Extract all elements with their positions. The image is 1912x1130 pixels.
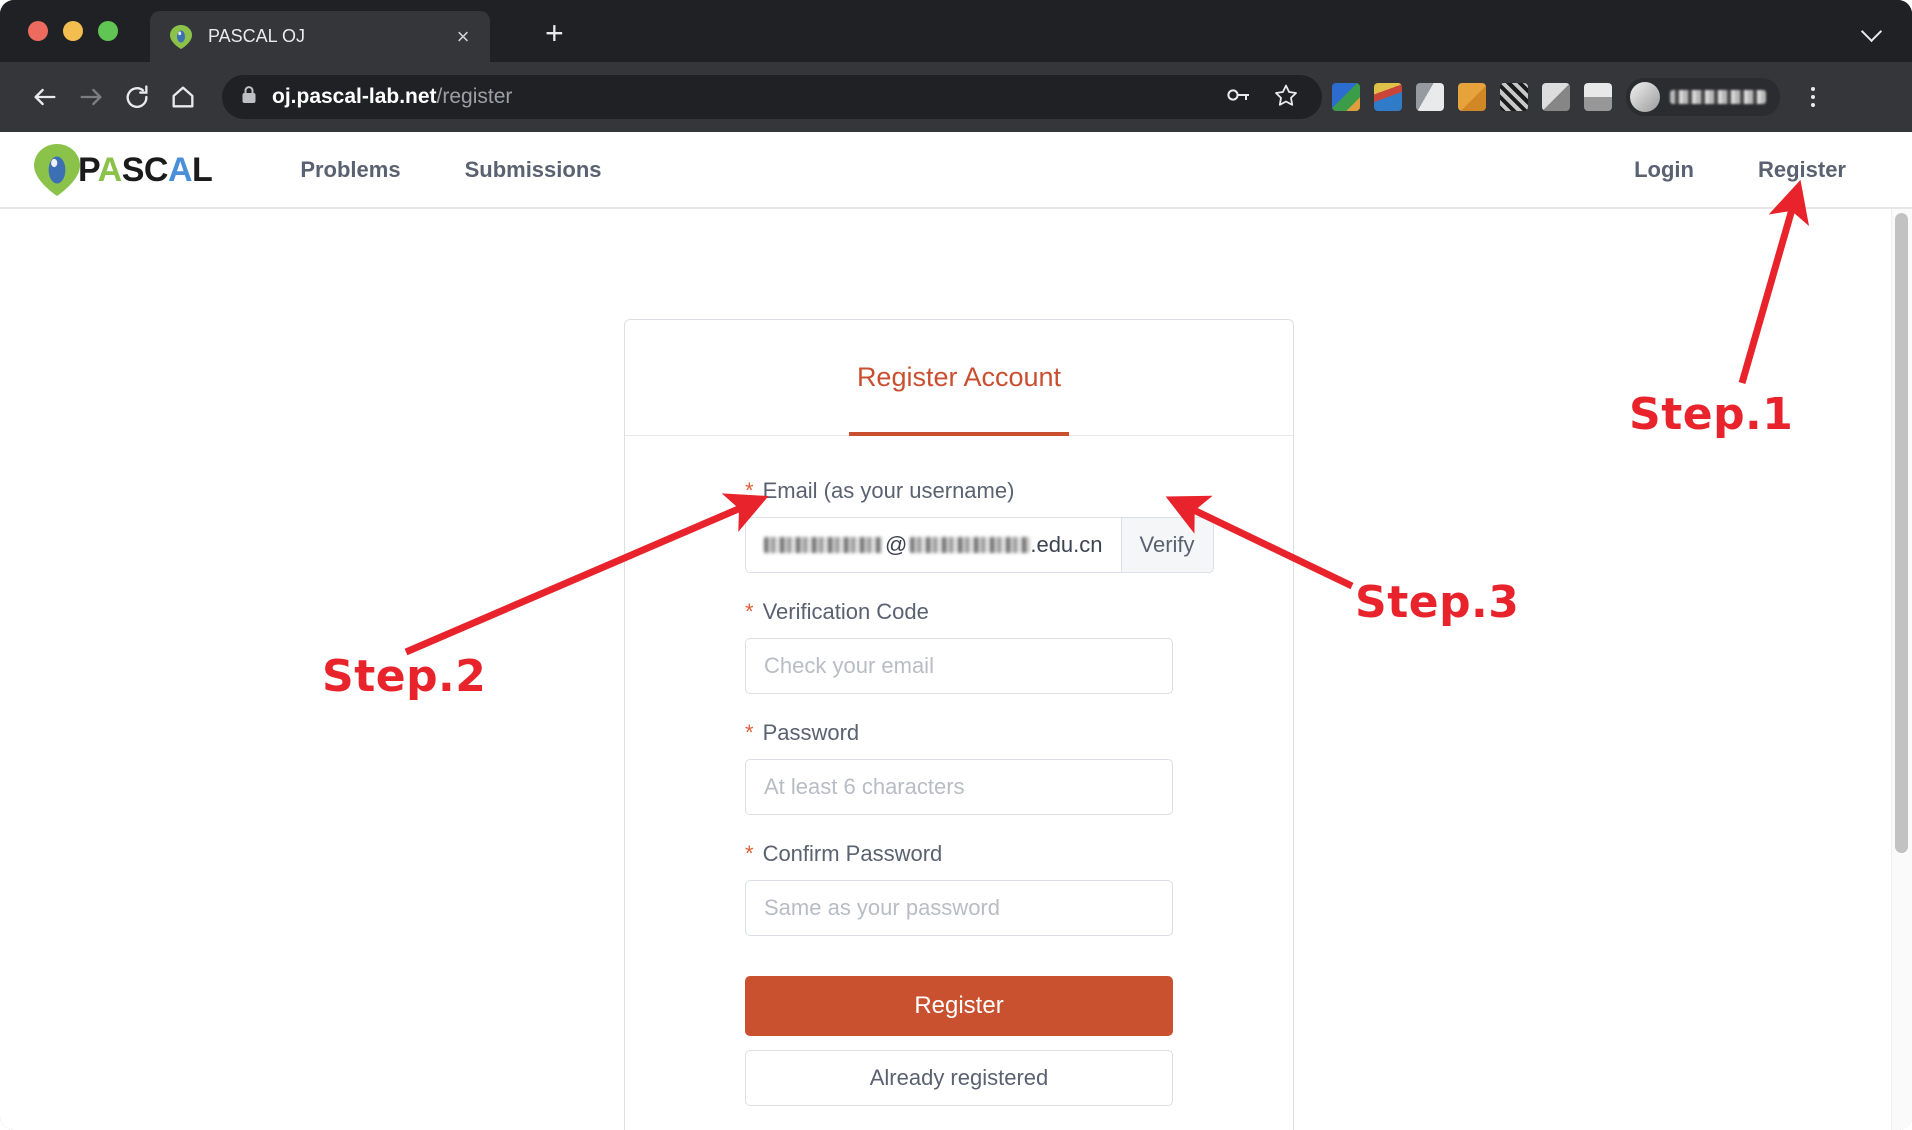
email-value: @ .edu.cn [764,532,1103,558]
page-scrollbar[interactable] [1891,209,1912,1130]
page-title: Register Account [856,362,1062,392]
already-registered-button[interactable]: Already registered [745,1050,1173,1106]
verify-button[interactable]: Verify [1120,517,1214,573]
browser-toolbar: oj.pascal-lab.net/register [0,62,1912,132]
verification-code-input[interactable] [745,638,1173,694]
title-underline [849,432,1069,436]
browser-tab-strip: PASCAL OJ × + [0,0,1912,62]
field-confirm-password: * Confirm Password [745,841,1173,936]
kebab-menu-icon[interactable] [1798,87,1828,107]
label-verification-code-text: Verification Code [762,599,929,624]
site-header: PASCAL Problems Submissions Login Regist… [0,132,1912,209]
nav-link-login[interactable]: Login [1602,157,1726,183]
profile-button[interactable] [1626,78,1780,116]
url-domain: oj.pascal-lab.net [272,85,437,108]
label-confirm-password: * Confirm Password [745,841,1173,867]
label-password: * Password [745,720,1173,746]
confirm-password-input[interactable] [745,880,1173,936]
register-card: Register Account * Email (as your userna… [624,319,1294,1130]
nav-link-problems[interactable]: Problems [268,157,432,183]
url-path: /register [436,85,513,108]
nav-link-submissions[interactable]: Submissions [433,157,634,183]
chevron-down-icon[interactable] [1862,22,1884,44]
browser-tab[interactable]: PASCAL OJ × [150,11,490,62]
extensions-area [1332,78,1828,116]
extension-icon-4[interactable] [1458,83,1486,111]
email-domain-suffix: .edu.cn [1030,532,1103,557]
browser-window: PASCAL OJ × + oj.pascal-lab.net/register… [0,0,1912,1130]
email-local-redacted [764,537,882,553]
site-logo[interactable]: PASCAL [34,143,213,196]
close-window-button[interactable] [28,21,48,41]
forward-button[interactable] [68,74,114,120]
field-verification-code: * Verification Code [745,599,1173,694]
primary-nav: Problems Submissions [268,157,633,183]
extension-icon-6[interactable] [1542,83,1570,111]
back-button[interactable] [22,74,68,120]
required-marker: * [745,720,754,745]
minimize-window-button[interactable] [63,21,83,41]
field-password: * Password [745,720,1173,815]
label-confirm-password-text: Confirm Password [762,841,943,866]
reload-button[interactable] [114,74,160,120]
label-email: * Email (as your username) [745,478,1173,504]
page-content: Register Account * Email (as your userna… [0,209,1912,1130]
register-submit-button[interactable]: Register [745,976,1173,1036]
home-button[interactable] [160,74,206,120]
profile-name-redacted [1670,90,1766,104]
label-verification-code: * Verification Code [745,599,1173,625]
label-email-text: Email (as your username) [762,478,1015,503]
scrollbar-thumb[interactable] [1895,213,1908,853]
email-input-group: @ .edu.cn Verify [745,517,1214,573]
field-email: * Email (as your username) @ .edu.cn Ver… [745,478,1214,573]
close-tab-icon[interactable]: × [450,25,476,48]
site-logo-text: PASCAL [78,150,213,189]
required-marker: * [745,478,754,503]
email-at-symbol: @ [885,532,908,557]
label-password-text: Password [762,720,860,745]
password-input[interactable] [745,759,1173,815]
extension-icon-2[interactable] [1374,83,1402,111]
auth-nav: Login Register [1602,157,1878,183]
page-viewport: PASCAL Problems Submissions Login Regist… [0,132,1912,1130]
extension-icon-1[interactable] [1332,83,1360,111]
maximize-window-button[interactable] [98,21,118,41]
tab-title: PASCAL OJ [208,26,306,46]
email-input[interactable]: @ .edu.cn [745,517,1121,573]
email-domain-redacted [910,537,1031,553]
nav-link-register[interactable]: Register [1726,157,1878,183]
extension-icon-3[interactable] [1416,83,1444,111]
lock-icon [240,85,258,110]
new-tab-button[interactable]: + [545,17,564,49]
address-bar[interactable]: oj.pascal-lab.net/register [222,75,1322,119]
required-marker: * [745,599,754,624]
extension-icon-7[interactable] [1584,83,1612,111]
avatar-icon [1630,82,1660,112]
url-text: oj.pascal-lab.net/register [272,85,512,109]
register-form: * Email (as your username) @ .edu.cn Ver… [625,436,1293,1130]
pascal-pin-logo [34,143,80,196]
pascal-pin-icon [170,24,192,49]
register-card-header: Register Account [625,320,1293,436]
extension-icon-5[interactable] [1500,83,1528,111]
star-icon[interactable] [1274,83,1298,112]
window-controls [28,21,118,41]
key-icon[interactable] [1226,85,1252,110]
required-marker: * [745,841,754,866]
